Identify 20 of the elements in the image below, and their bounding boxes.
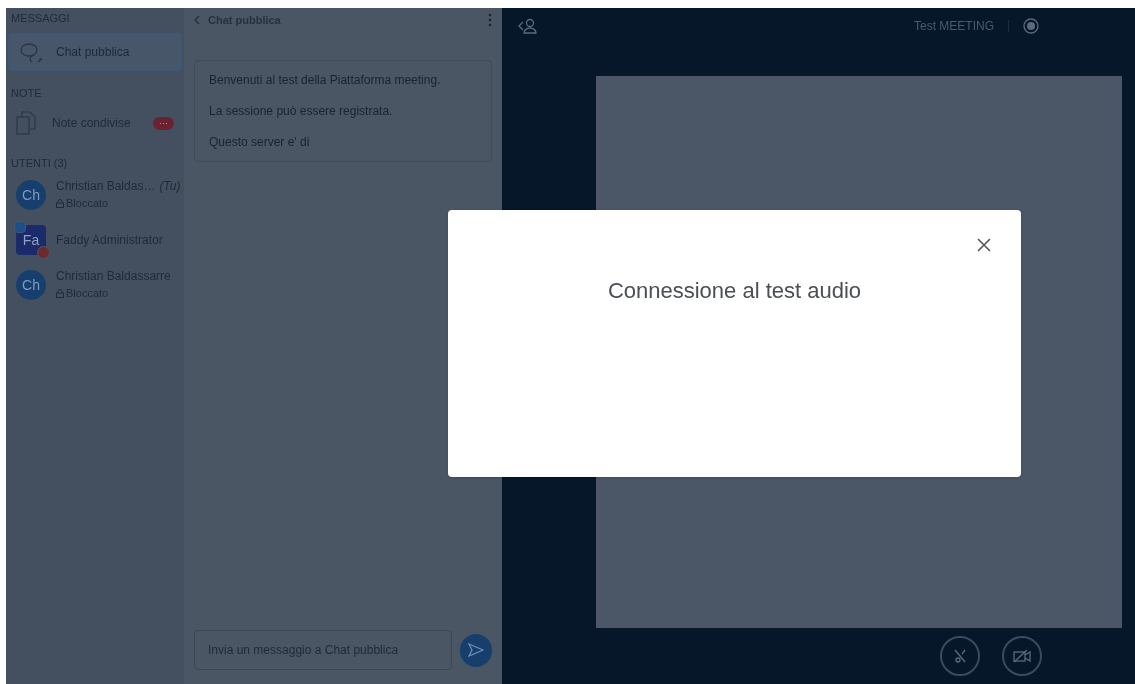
record-icon[interactable]: [1023, 18, 1039, 34]
more-options-icon[interactable]: [488, 13, 492, 27]
note-badge: ···: [153, 116, 174, 130]
modal-title: Connessione al test audio: [607, 277, 862, 305]
user-avatar: Ch: [16, 179, 46, 210]
user-avatar: Ch: [16, 269, 46, 300]
audio-button[interactable]: [940, 636, 980, 676]
close-icon: [977, 238, 991, 252]
chat-bubbles-icon: [20, 41, 44, 62]
chevron-left-icon: [194, 15, 200, 25]
documents-icon: [16, 111, 36, 135]
meeting-title: Test MEETING: [914, 18, 994, 35]
user-list-toggle-icon[interactable]: [518, 18, 538, 34]
phone-off-icon: [952, 648, 968, 664]
send-icon: [468, 643, 484, 657]
video-button[interactable]: [1002, 636, 1042, 676]
send-button[interactable]: [460, 633, 492, 667]
close-button[interactable]: [975, 236, 993, 254]
camera-off-icon: [1013, 649, 1031, 663]
presenter-icon: [14, 220, 26, 233]
